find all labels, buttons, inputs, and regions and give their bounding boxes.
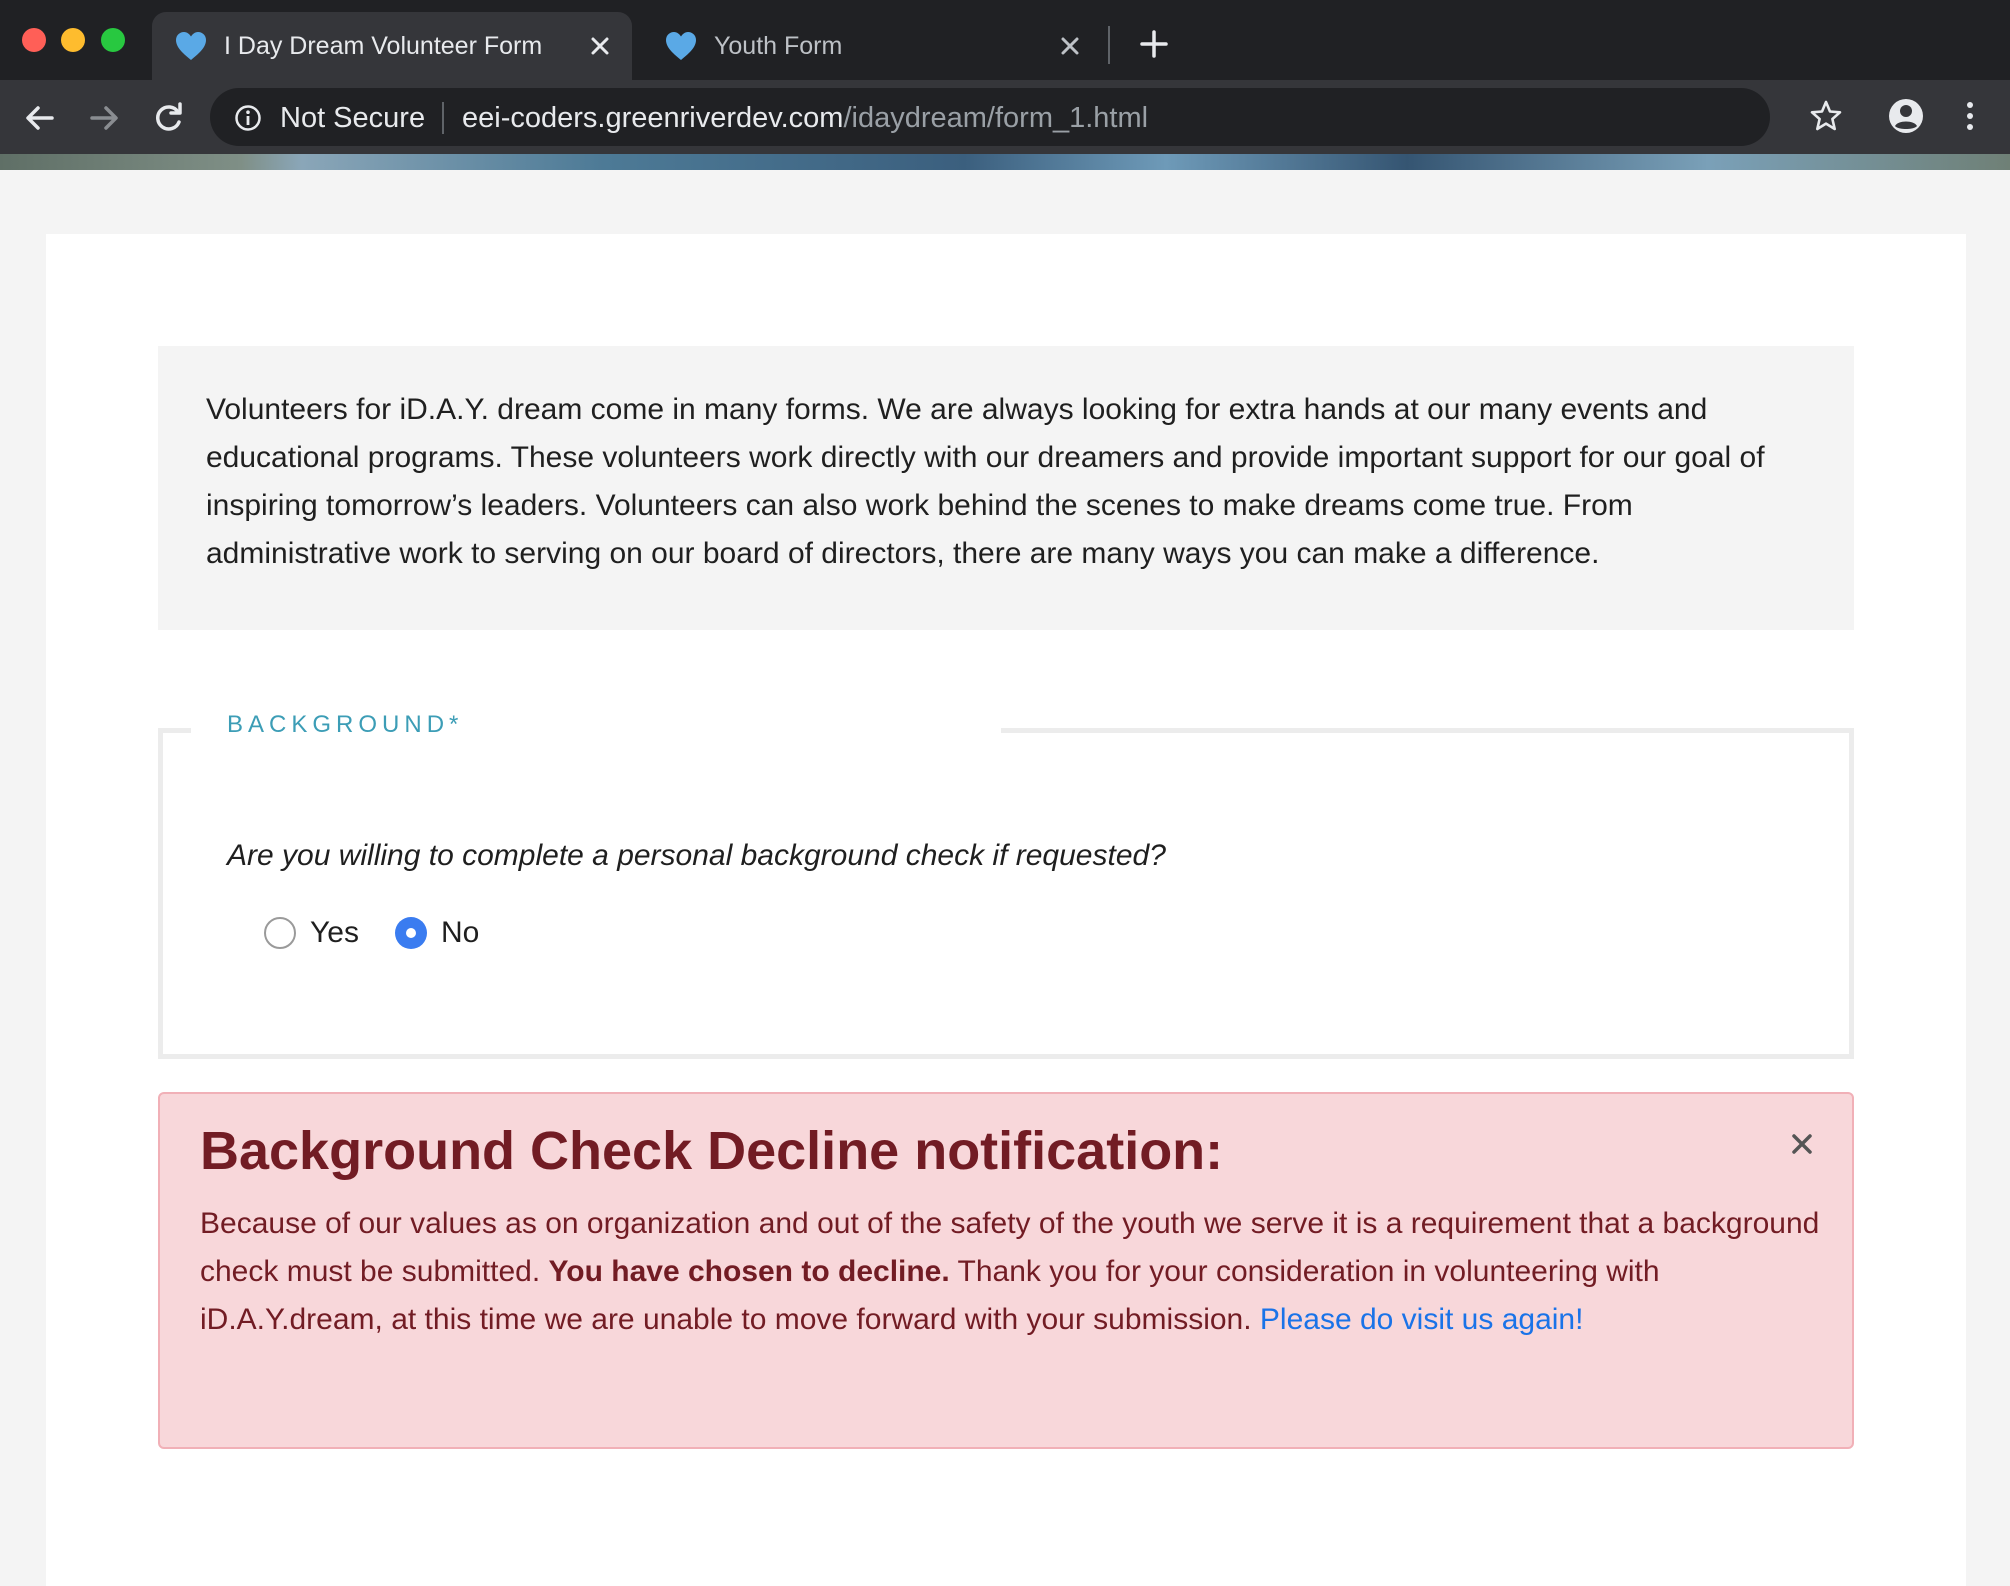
alert-title: Background Check Decline notification: xyxy=(200,1121,1224,1181)
radio-yes-label[interactable]: Yes xyxy=(310,916,359,950)
window-maximize-button[interactable] xyxy=(101,28,125,52)
tab-volunteer-form[interactable]: I Day Dream Volunteer Form xyxy=(152,12,632,80)
close-icon[interactable] xyxy=(586,32,614,60)
browser-tab-bar: I Day Dream Volunteer Form Youth Form xyxy=(0,0,2010,80)
tab-title: Youth Form xyxy=(714,32,843,60)
background-question: Are you willing to complete a personal b… xyxy=(227,839,1166,872)
background-legend: BACKGROUND* xyxy=(227,711,464,738)
kebab-menu-icon[interactable] xyxy=(1958,98,1982,134)
window-close-button[interactable] xyxy=(22,28,46,52)
url-text[interactable]: eei-coders.greenriverdev.com/idaydream/f… xyxy=(462,102,1148,135)
background-fieldset: BACKGROUND* Are you willing to complete … xyxy=(158,711,1854,1059)
profile-avatar-icon[interactable] xyxy=(1886,96,1926,136)
window-minimize-button[interactable] xyxy=(61,28,85,52)
bookmark-star-icon[interactable] xyxy=(1808,98,1844,134)
intro-panel: Volunteers for iD.A.Y. dream come in man… xyxy=(158,346,1854,630)
radio-no[interactable] xyxy=(394,917,427,949)
back-arrow-icon[interactable] xyxy=(22,100,58,136)
tab-title: I Day Dream Volunteer Form xyxy=(224,32,543,60)
alert-emphasis: You have chosen to decline. xyxy=(548,1255,950,1288)
browser-toolbar: Not Secure eei-coders.greenriverdev.com/… xyxy=(0,80,2010,154)
heart-icon xyxy=(666,32,696,60)
close-icon[interactable] xyxy=(1788,1130,1816,1158)
decline-alert: Background Check Decline notification: B… xyxy=(158,1092,1854,1449)
address-divider xyxy=(442,102,444,134)
address-bar[interactable]: Not Secure eei-coders.greenriverdev.com/… xyxy=(210,88,1770,146)
background-radio-group: Yes No xyxy=(264,913,479,953)
forward-arrow-icon[interactable] xyxy=(86,100,122,136)
heart-icon xyxy=(176,32,206,60)
url-path: /idaydream/form_1.html xyxy=(843,102,1149,134)
close-icon[interactable] xyxy=(1056,32,1084,60)
url-host: eei-coders.greenriverdev.com xyxy=(462,102,844,134)
hero-image-edge xyxy=(0,154,2010,170)
reload-icon[interactable] xyxy=(150,100,186,136)
radio-no-label[interactable]: No xyxy=(441,916,479,950)
alert-body: Because of our values as on organization… xyxy=(200,1200,1820,1344)
radio-yes[interactable] xyxy=(264,917,296,949)
intro-text: Volunteers for iD.A.Y. dream come in man… xyxy=(206,393,1765,570)
tab-divider xyxy=(1108,26,1110,64)
new-tab-plus-icon[interactable] xyxy=(1136,26,1172,62)
security-status-label[interactable]: Not Secure xyxy=(280,102,425,135)
info-icon[interactable] xyxy=(234,104,262,132)
visit-again-link[interactable]: Please do visit us again! xyxy=(1260,1303,1584,1336)
tab-youth-form[interactable]: Youth Form xyxy=(642,12,1102,80)
